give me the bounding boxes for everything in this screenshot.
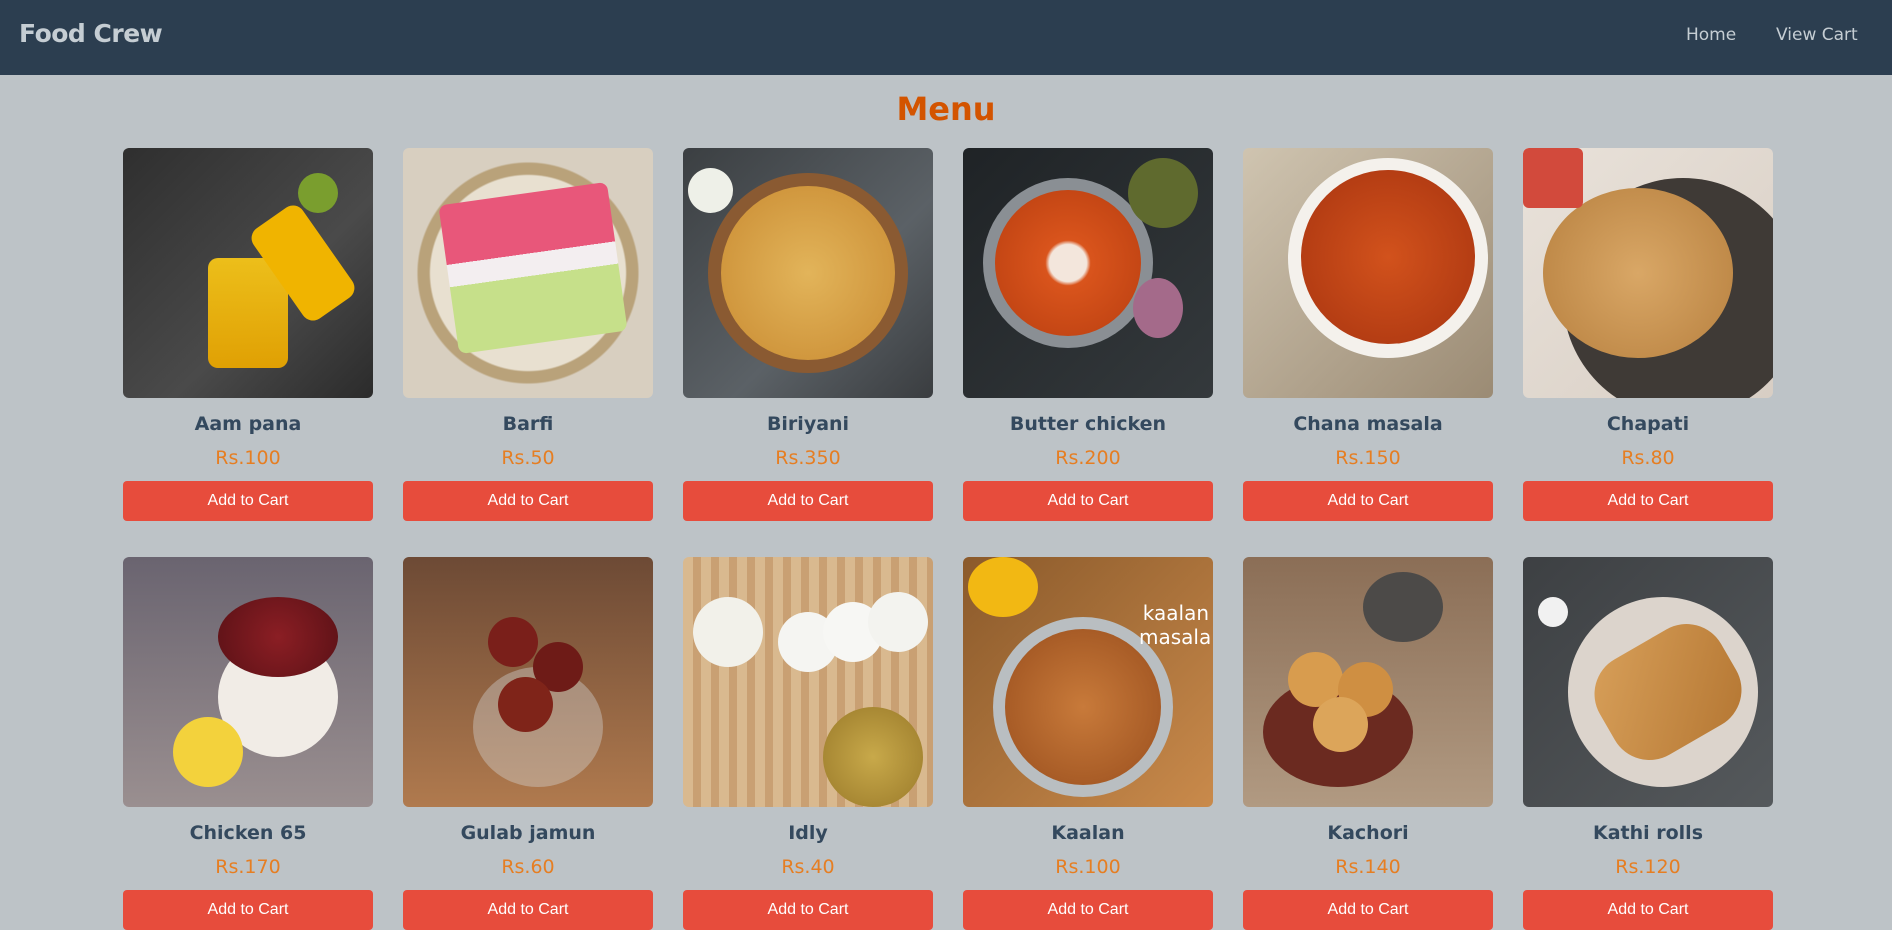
add-to-cart-button[interactable]: Add to Cart [1523,481,1773,521]
food-image [1243,557,1493,807]
menu-card-biriyani: Biriyani Rs.350 Add to Cart [683,148,933,521]
add-to-cart-button[interactable]: Add to Cart [123,481,373,521]
item-price: Rs.100 [215,447,281,469]
menu-card-chapati: Chapati Rs.80 Add to Cart [1523,148,1773,521]
add-to-cart-button[interactable]: Add to Cart [403,890,653,930]
menu-card-aam-pana: Aam pana Rs.100 Add to Cart [123,148,373,521]
image-caption: kaalan masala [1139,601,1212,649]
item-name: Kathi rolls [1592,822,1704,844]
item-price: Rs.50 [501,447,555,469]
food-image [403,148,653,398]
food-image [123,148,373,398]
menu-card-kachori: Kachori Rs.140 Add to Cart [1243,557,1493,930]
food-image [403,557,653,807]
item-price: Rs.140 [1335,856,1401,878]
brand-logo[interactable]: Food Crew [19,19,163,48]
nav-view-cart-link[interactable]: View Cart [1776,25,1858,45]
menu-card-chana-masala: Chana masala Rs.150 Add to Cart [1243,148,1493,521]
add-to-cart-button[interactable]: Add to Cart [403,481,653,521]
food-image [683,557,933,807]
add-to-cart-button[interactable]: Add to Cart [683,481,933,521]
menu-card-butter-chicken: Butter chicken Rs.200 Add to Cart [963,148,1213,521]
add-to-cart-button[interactable]: Add to Cart [683,890,933,930]
item-price: Rs.80 [1621,447,1675,469]
menu-card-gulab-jamun: Gulab jamun Rs.60 Add to Cart [403,557,653,930]
item-price: Rs.200 [1055,447,1121,469]
item-name: Aam pana [194,413,302,435]
item-price: Rs.100 [1055,856,1121,878]
food-image [683,148,933,398]
nav-home-link[interactable]: Home [1686,25,1736,45]
item-price: Rs.60 [501,856,555,878]
food-image [1243,148,1493,398]
item-name: Idly [788,822,828,844]
menu-card-idly: Idly Rs.40 Add to Cart [683,557,933,930]
item-name: Barfi [502,413,554,435]
navbar: Food Crew Home View Cart [0,0,1892,75]
item-price: Rs.120 [1615,856,1681,878]
item-name: Kaalan [1051,822,1125,844]
item-name: Gulab jamun [460,822,596,844]
add-to-cart-button[interactable]: Add to Cart [1243,890,1493,930]
item-name: Biriyani [766,413,850,435]
item-price: Rs.350 [775,447,841,469]
food-image [963,148,1213,398]
add-to-cart-button[interactable]: Add to Cart [963,481,1213,521]
menu-grid: Aam pana Rs.100 Add to Cart Barfi Rs.50 … [123,148,1773,930]
food-image: kaalan masala [963,557,1213,807]
add-to-cart-button[interactable]: Add to Cart [123,890,373,930]
food-image [1523,557,1773,807]
food-image [1523,148,1773,398]
add-to-cart-button[interactable]: Add to Cart [1523,890,1773,930]
menu-card-kaalan: kaalan masala Kaalan Rs.100 Add to Cart [963,557,1213,930]
add-to-cart-button[interactable]: Add to Cart [1243,481,1493,521]
item-price: Rs.150 [1335,447,1401,469]
menu-card-kathi-rolls: Kathi rolls Rs.120 Add to Cart [1523,557,1773,930]
item-name: Chicken 65 [189,822,307,844]
item-name: Butter chicken [1009,413,1167,435]
menu-card-barfi: Barfi Rs.50 Add to Cart [403,148,653,521]
item-name: Chapati [1606,413,1690,435]
page-title: Menu [896,90,996,128]
add-to-cart-button[interactable]: Add to Cart [963,890,1213,930]
item-price: Rs.40 [781,856,835,878]
item-name: Chana masala [1293,413,1443,435]
item-name: Kachori [1327,822,1409,844]
item-price: Rs.170 [215,856,281,878]
menu-card-chicken-65: Chicken 65 Rs.170 Add to Cart [123,557,373,930]
food-image [123,557,373,807]
